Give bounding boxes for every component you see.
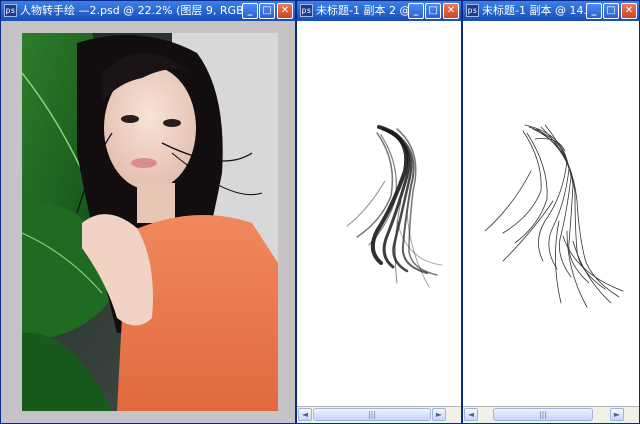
scrollbar-thumb[interactable]: ||| (493, 408, 593, 421)
size-grip (447, 407, 461, 423)
line-art-hair-canvas[interactable] (463, 21, 639, 391)
document-window-copy-2[interactable]: ps 未标题-1 副本 2 @ ... _ □ ✕ ◄ ||| (296, 0, 462, 424)
scroll-left-icon[interactable]: ◄ (464, 408, 478, 421)
title-bar[interactable]: ps 未标题-1 副本 @ 14.6... _ □ ✕ (463, 1, 639, 21)
window-title: 未标题-1 副本 @ 14.6... (482, 4, 587, 17)
window-title: 人物转手绘 —2.psd @ 22.2% (图层 9, RGB/8) (20, 4, 243, 17)
scroll-left-icon[interactable]: ◄ (298, 408, 312, 421)
document-window-photo[interactable]: ps 人物转手绘 —2.psd @ 22.2% (图层 9, RGB/8) _ … (0, 0, 296, 424)
title-bar[interactable]: ps 未标题-1 副本 2 @ ... _ □ ✕ (297, 1, 461, 21)
scroll-right-icon[interactable]: ► (610, 408, 624, 421)
photoshop-doc-icon: ps (4, 4, 17, 17)
scrollbar-thumb[interactable]: ||| (313, 408, 431, 421)
title-bar[interactable]: ps 人物转手绘 —2.psd @ 22.2% (图层 9, RGB/8) _ … (1, 1, 295, 21)
horizontal-scrollbar[interactable]: ◄ ||| ► (463, 406, 639, 423)
maximize-icon[interactable]: □ (603, 3, 619, 19)
canvas-area[interactable]: ◄ ||| ► (297, 21, 461, 423)
canvas-area[interactable]: ◄ ||| ► (463, 21, 639, 423)
document-window-copy[interactable]: ps 未标题-1 副本 @ 14.6... _ □ ✕ (462, 0, 640, 424)
close-icon[interactable]: ✕ (443, 3, 459, 19)
size-grip (625, 407, 639, 423)
minimize-icon[interactable]: _ (586, 3, 602, 19)
maximize-icon[interactable]: □ (259, 3, 275, 19)
close-icon[interactable]: ✕ (277, 3, 293, 19)
minimize-icon[interactable]: _ (408, 3, 424, 19)
maximize-icon[interactable]: □ (425, 3, 441, 19)
photoshop-doc-icon: ps (466, 4, 479, 17)
window-title: 未标题-1 副本 2 @ ... (316, 4, 409, 17)
scroll-right-icon[interactable]: ► (432, 408, 446, 421)
canvas-area[interactable] (1, 21, 295, 423)
minimize-icon[interactable]: _ (242, 3, 258, 19)
photoshop-doc-icon: ps (300, 4, 313, 17)
photo-canvas[interactable] (22, 33, 278, 411)
horizontal-scrollbar[interactable]: ◄ ||| ► (297, 406, 461, 423)
close-icon[interactable]: ✕ (621, 3, 637, 19)
brush-hair-canvas[interactable] (297, 21, 461, 391)
